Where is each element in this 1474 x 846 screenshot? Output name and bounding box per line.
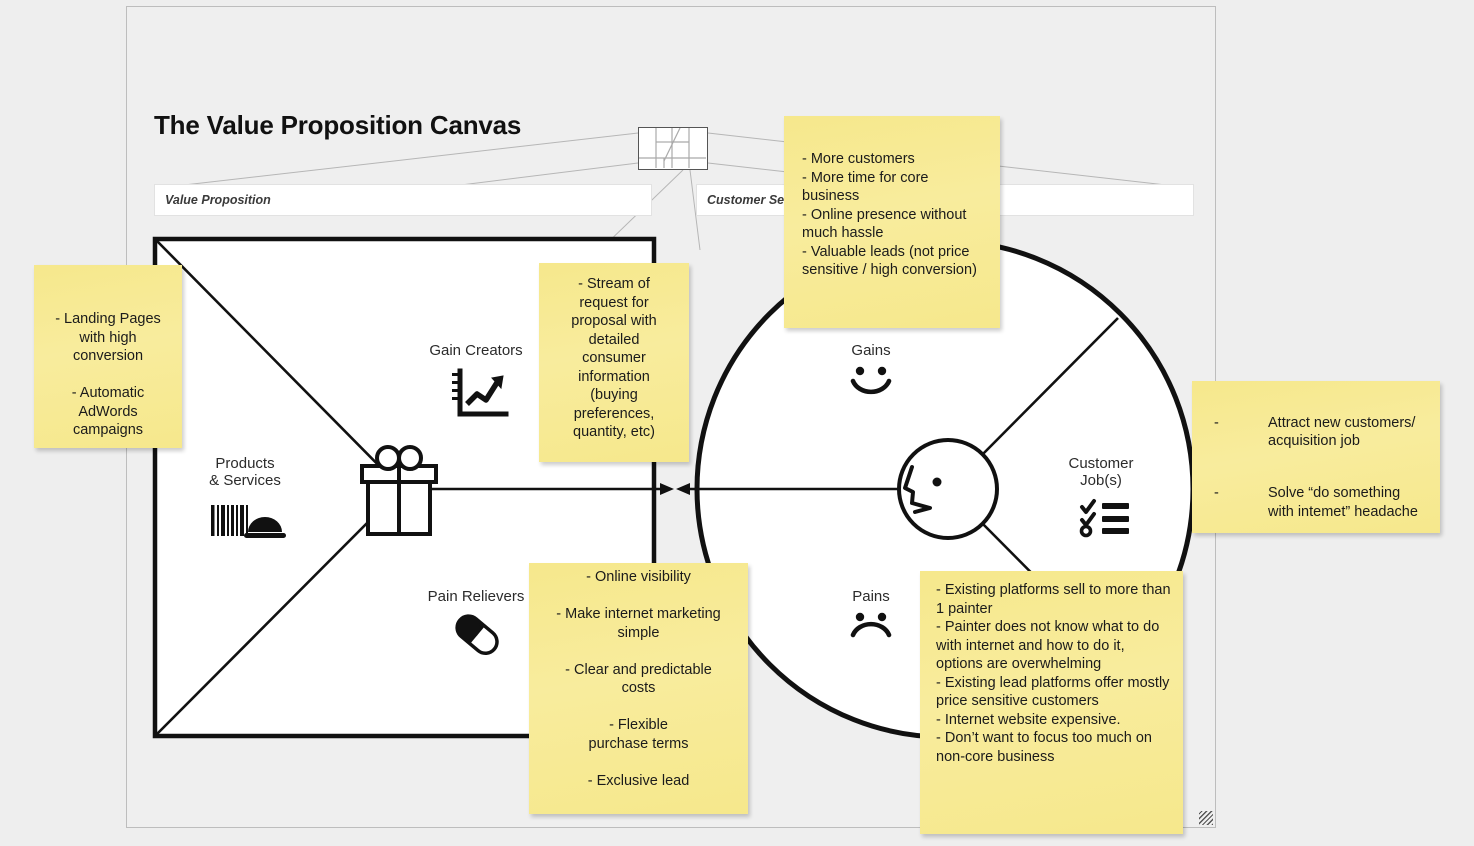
sticky-note-stream-of-requests[interactable]: - Stream of request for proposal with de… xyxy=(539,263,689,462)
label-gains: Gains xyxy=(851,342,891,359)
sticky-note-gains[interactable]: - More customers - More time for core bu… xyxy=(784,116,1000,328)
list-item-text: Attract new customers/ acquisition job xyxy=(1268,414,1416,450)
list-item-text: Solve “do something with intemet” headac… xyxy=(1268,485,1418,520)
double-arrow-fit-connector xyxy=(660,483,690,495)
label-customer-jobs: Customer Job(s) xyxy=(1068,455,1134,489)
customer-head-profile-icon xyxy=(897,437,999,541)
label-pains: Pains xyxy=(852,588,890,605)
list-bullet: - xyxy=(1214,414,1219,431)
list-item: - Attract new customers/ acquisition job xyxy=(1214,414,1428,451)
label-products-services: Products & Services xyxy=(209,455,281,489)
screenshot-stage: The Value Proposition Canvas Value Propo… xyxy=(0,0,1474,846)
sticky-note-value-proposition-list[interactable]: - Online visibility - Make internet mark… xyxy=(529,563,748,814)
list-item: - Solve “do something with intemet” head… xyxy=(1214,484,1428,521)
list-bullet: - xyxy=(1214,485,1219,501)
sticky-note-pains[interactable]: - Existing platforms sell to more than 1… xyxy=(920,571,1183,834)
sticky-note-customer-jobs[interactable]: - Attract new customers/ acquisition job… xyxy=(1192,381,1440,533)
sticky-note-landing-pages[interactable]: - Landing Pages with high conversion - A… xyxy=(34,265,182,448)
checklist-icon xyxy=(1079,499,1129,538)
label-pain-relievers: Pain Relievers xyxy=(427,588,525,605)
label-gain-creators: Gain Creators xyxy=(429,342,523,359)
